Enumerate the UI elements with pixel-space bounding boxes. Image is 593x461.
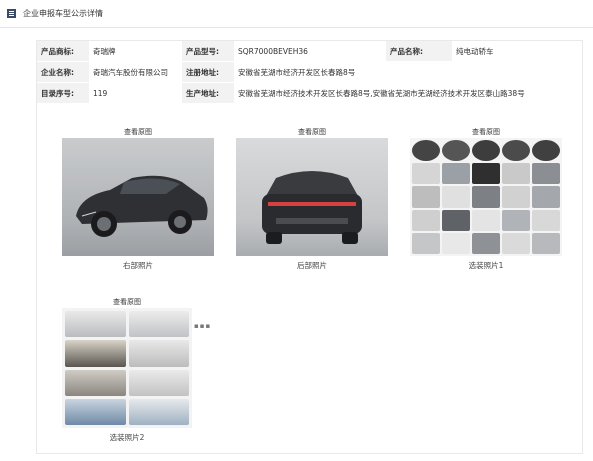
- value-prod-address: 安徽省芜湖市经济技术开发区长春路8号,安徽省芜湖市芜湖经济技术开发区泰山路38号: [234, 82, 582, 104]
- photo-card-optional-2: 查看原图 选装照片2: [62, 296, 192, 443]
- header-divider: [0, 27, 593, 28]
- label-company: 企业名称:: [37, 61, 89, 83]
- document-icon: [7, 8, 16, 18]
- car-side-image: [76, 175, 208, 237]
- label-reg-address: 注册地址:: [182, 61, 234, 83]
- photo-caption: 后部照片: [297, 261, 327, 270]
- page-header: 企业申报车型公示详情: [0, 0, 593, 26]
- value-product-name: 纯电动轿车: [452, 41, 582, 62]
- view-original-link[interactable]: 查看原图: [236, 126, 388, 138]
- photo-caption: 选装照片1: [468, 261, 504, 270]
- collage-grid: [62, 308, 192, 428]
- photo-card-optional-1: 查看原图 选装照片1: [410, 126, 562, 271]
- label-product-name: 产品名称:: [386, 41, 452, 62]
- page-title: 企业申报车型公示详情: [23, 8, 103, 18]
- car-rear-image: [262, 171, 362, 244]
- view-original-link[interactable]: 查看原图: [62, 296, 192, 308]
- info-table: 产品商标: 奇瑞牌 产品型号: SQR7000BEVEH36 产品名称: 纯电动…: [37, 41, 582, 104]
- label-model: 产品型号:: [182, 41, 234, 62]
- info-row: 产品商标: 奇瑞牌 产品型号: SQR7000BEVEH36 产品名称: 纯电动…: [37, 41, 582, 62]
- view-original-link[interactable]: 查看原图: [410, 126, 562, 138]
- label-brand: 产品商标:: [37, 41, 89, 62]
- value-company: 奇瑞汽车股份有限公司: [89, 61, 182, 83]
- info-row: 企业名称: 奇瑞汽车股份有限公司 注册地址: 安徽省芜湖市经济开发区长春路8号: [37, 61, 582, 83]
- label-catalog-no: 目录序号:: [37, 82, 89, 104]
- info-row: 目录序号: 119 生产地址: 安徽省芜湖市经济技术开发区长春路8号,安徽省芜湖…: [37, 82, 582, 104]
- value-model: SQR7000BEVEH36: [234, 41, 386, 62]
- photo-optional-2[interactable]: [62, 308, 192, 428]
- photo-caption: 右部照片: [123, 261, 153, 270]
- photo-card-rear: 查看原图 后部照片: [236, 126, 388, 271]
- value-brand: 奇瑞牌: [89, 41, 182, 62]
- value-catalog-no: 119: [89, 82, 182, 104]
- value-reg-address: 安徽省芜湖市经济开发区长春路8号: [234, 61, 582, 83]
- photo-rear[interactable]: [236, 138, 388, 256]
- view-original-link[interactable]: 查看原图: [62, 126, 214, 138]
- photo-caption: 选装照片2: [109, 433, 145, 442]
- photo-optional-1[interactable]: [410, 138, 562, 256]
- collage-grid: [410, 138, 562, 256]
- label-prod-address: 生产地址:: [182, 82, 234, 104]
- photo-card-right: 查看原图 右部照片: [62, 126, 214, 271]
- more-photos-indicator[interactable]: ▪▪▪: [194, 322, 211, 330]
- photo-right[interactable]: [62, 138, 214, 256]
